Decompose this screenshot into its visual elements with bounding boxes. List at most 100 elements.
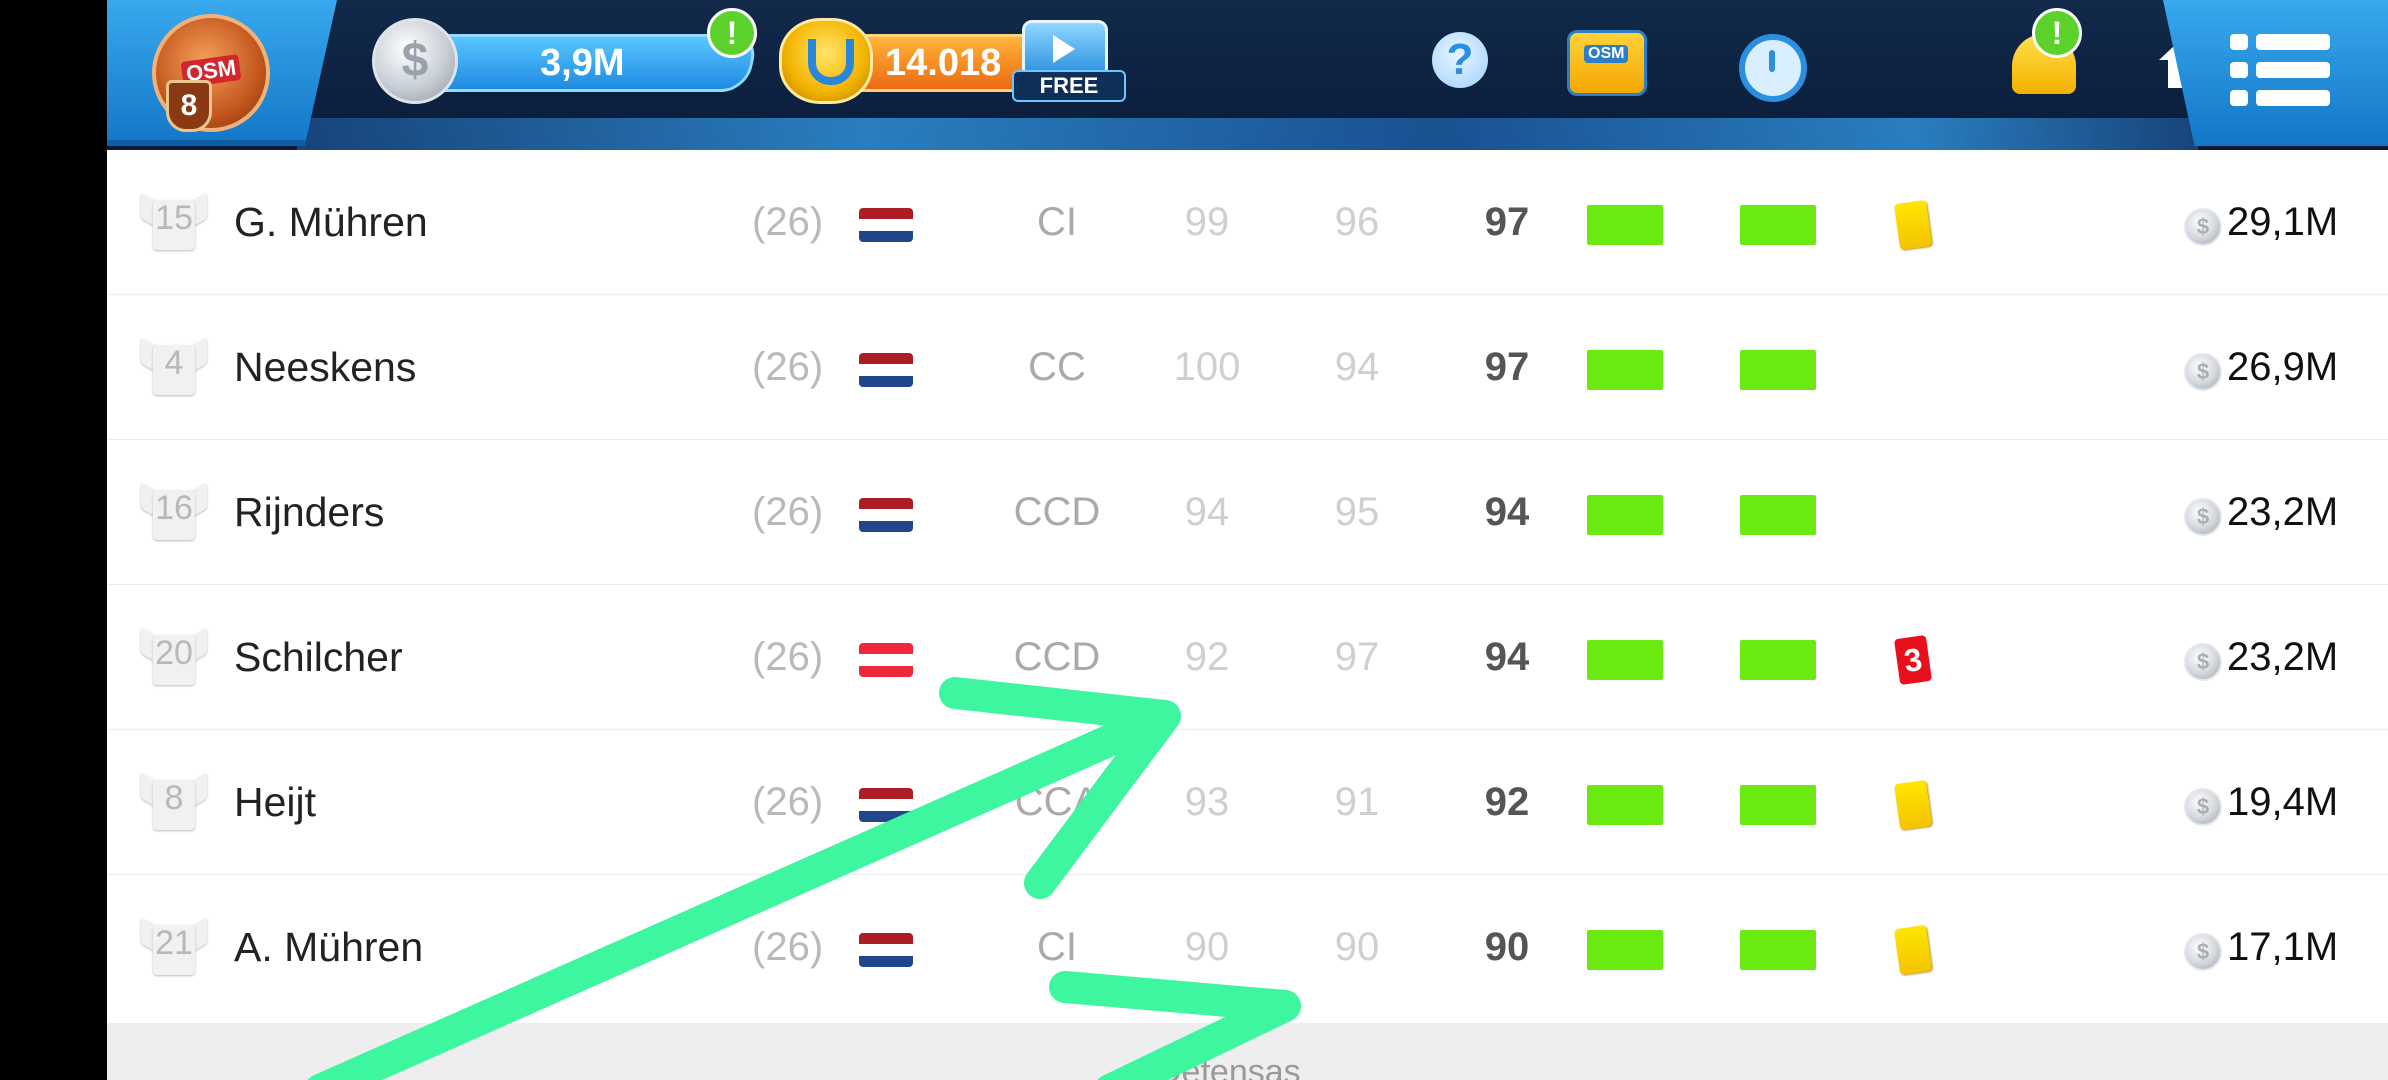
level-badge: 8 [166,80,212,132]
player-stat-1: 94 [1184,490,1230,534]
player-stat-2: 94 [1334,345,1380,389]
player-value: 23,2M [2227,490,2339,534]
player-stat-2: 96 [1334,200,1380,244]
bosscoins-value: 14.018 [885,42,1002,84]
table-row[interactable]: 4 Neeskens (26) CC 100 94 97 26,9M [107,294,2388,439]
top-bar: OSM 8 3,9M $ ! 14.018 ! FREE ? OSM ! [107,0,2388,150]
player-position: CI [1037,925,1077,969]
player-stat-2: 91 [1334,780,1380,824]
shirt-icon: 21 [141,917,207,975]
shop-bag-icon[interactable]: OSM [1567,30,1647,96]
coin-icon [2184,208,2222,246]
player-name[interactable]: Heijt [234,730,316,874]
morale-bar [1740,205,1816,245]
section-footer[interactable]: Defensas [107,1023,2388,1080]
player-stat-1: 93 [1184,780,1230,824]
player-age: (26) [752,345,824,389]
player-overall: 97 [1484,200,1530,244]
coin-icon [2184,643,2222,681]
table-row[interactable]: 16 Rijnders (26) CCD 94 95 94 23,2M [107,439,2388,584]
player-name[interactable]: A. Mühren [234,875,423,1019]
shirt-icon: 16 [141,482,207,540]
austria-flag-icon [859,643,913,677]
player-overall: 90 [1484,925,1530,969]
shirt-number: 21 [155,924,193,962]
bell-alert-badge: ! [2032,8,2082,58]
player-position: CCD [1013,635,1101,679]
player-overall: 92 [1484,780,1530,824]
section-label: Defensas [1157,1053,1301,1080]
player-age: (26) [752,200,824,244]
shirt-icon: 8 [141,772,207,830]
player-age: (26) [752,780,824,824]
netherlands-flag-icon [859,498,913,532]
bosscoin-icon[interactable] [779,18,873,104]
player-name[interactable]: Neeskens [234,295,416,439]
coin-icon [2184,353,2222,391]
shirt-icon: 4 [141,337,207,395]
shirt-icon: 15 [141,192,207,250]
top-bar-glow [297,118,2198,150]
yellow-card-icon [1893,924,1933,976]
menu-tab[interactable] [2163,0,2388,146]
player-stat-1: 90 [1184,925,1230,969]
yellow-card-icon [1893,199,1933,251]
fitness-bar [1587,350,1663,390]
player-value: 17,1M [2227,925,2339,969]
coin-icon [2184,788,2222,826]
netherlands-flag-icon [859,933,913,967]
player-position: CI [1037,200,1077,244]
logo-tab[interactable]: OSM 8 [107,0,337,146]
player-value: 23,2M [2227,635,2339,679]
morale-bar [1740,350,1816,390]
player-position: CCD [1013,490,1101,534]
player-overall: 94 [1484,490,1530,534]
fitness-bar [1587,205,1663,245]
shirt-number: 20 [155,634,193,672]
free-video-label: FREE [1012,70,1126,102]
shirt-number: 15 [155,199,193,237]
fitness-bar [1587,640,1663,680]
table-row[interactable]: 15 G. Mühren (26) CI 99 96 97 29,1M [107,150,2388,294]
player-stat-2: 95 [1334,490,1380,534]
player-value: 26,9M [2227,345,2339,389]
shop-bag-label: OSM [1584,45,1629,63]
club-logo[interactable]: OSM 8 [152,14,270,132]
player-position: CCA [1014,780,1100,824]
help-icon[interactable]: ? [1432,32,1488,88]
player-value: 29,1M [2227,200,2339,244]
player-value: 19,4M [2227,780,2339,824]
player-age: (26) [752,490,824,534]
player-stat-1: 99 [1184,200,1230,244]
netherlands-flag-icon [859,353,913,387]
free-video-button[interactable]: FREE [1012,20,1126,102]
netherlands-flag-icon [859,788,913,822]
player-name[interactable]: Schilcher [234,585,403,729]
red-card-icon: 3 [1893,634,1933,686]
menu-icon[interactable] [2230,34,2330,106]
player-stat-2: 90 [1334,925,1380,969]
player-stat-2: 97 [1334,635,1380,679]
morale-bar [1740,930,1816,970]
shirt-icon: 20 [141,627,207,685]
table-row[interactable]: 21 A. Mühren (26) CI 90 90 90 17,1M [107,874,2388,1019]
player-stat-1: 100 [1173,345,1241,389]
morale-bar [1740,785,1816,825]
player-overall: 97 [1484,345,1530,389]
morale-bar [1740,640,1816,680]
morale-bar [1740,495,1816,535]
player-age: (26) [752,925,824,969]
coins-alert-badge: ! [707,8,757,58]
shirt-number: 4 [164,344,184,382]
player-name[interactable]: Rijnders [234,440,384,584]
coin-icon [2184,933,2222,971]
player-table: 15 G. Mühren (26) CI 99 96 97 29,1M 4 Ne… [107,150,2388,1019]
coins-value: 3,9M [540,42,625,84]
shirt-number: 8 [164,779,184,817]
coin-icon[interactable]: $ [372,18,458,104]
stopwatch-icon[interactable] [1739,34,1807,102]
netherlands-flag-icon [859,208,913,242]
player-name[interactable]: G. Mühren [234,150,428,294]
table-row[interactable]: 8 Heijt (26) CCA 93 91 92 19,4M [107,729,2388,874]
table-row[interactable]: 20 Schilcher (26) CCD 92 97 94 3 23,2M [107,584,2388,729]
